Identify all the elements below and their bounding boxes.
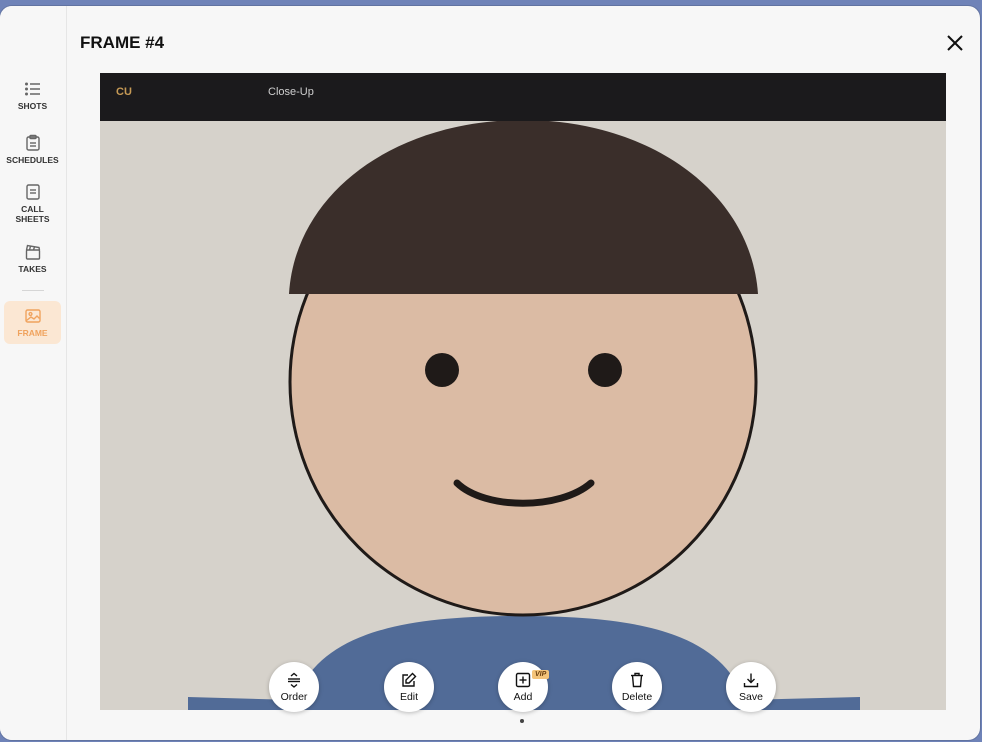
close-icon bbox=[947, 35, 963, 51]
right-eye bbox=[588, 353, 622, 387]
trash-icon bbox=[631, 672, 643, 687]
order-icon bbox=[288, 672, 300, 688]
clapperboard-icon bbox=[25, 244, 40, 260]
delete-button[interactable]: Delete bbox=[612, 662, 662, 712]
delete-label: Delete bbox=[621, 690, 653, 703]
save-button[interactable]: Save bbox=[726, 662, 776, 712]
download-icon bbox=[743, 673, 759, 687]
sidebar-item-label: TAKES bbox=[18, 264, 47, 274]
sidebar-item-shots[interactable]: SHOTS bbox=[4, 80, 61, 111]
image-icon bbox=[24, 309, 41, 323]
frame-canvas: CU Close-Up bbox=[100, 73, 946, 710]
order-button[interactable]: Order bbox=[269, 662, 319, 712]
hair-shape bbox=[289, 120, 758, 294]
add-button[interactable]: Add VIP bbox=[498, 662, 550, 712]
sidebar: SHOTS SCHEDULES CALL SHEETS TAKES FRAME bbox=[0, 6, 67, 740]
edit-button[interactable]: Edit bbox=[384, 662, 434, 712]
list-icon bbox=[24, 82, 40, 96]
sidebar-item-label: SHOTS bbox=[17, 101, 48, 111]
frame-drawing bbox=[188, 120, 860, 710]
edit-icon bbox=[402, 672, 417, 687]
edit-label: Edit bbox=[399, 690, 419, 703]
sidebar-item-takes[interactable]: TAKES bbox=[4, 243, 61, 274]
vip-badge: VIP bbox=[532, 670, 550, 679]
sidebar-item-label: CALL SHEETS bbox=[15, 204, 50, 224]
shot-header: CU Close-Up bbox=[100, 73, 946, 121]
close-button[interactable] bbox=[944, 32, 966, 54]
page-indicator-dot[interactable] bbox=[520, 719, 524, 723]
shot-code: CU bbox=[116, 86, 132, 98]
clipboard-icon bbox=[25, 134, 40, 151]
add-icon bbox=[515, 672, 531, 687]
shot-description: Close-Up bbox=[268, 86, 314, 98]
sidebar-item-label: SCHEDULES bbox=[6, 155, 59, 165]
sidebar-item-schedules[interactable]: SCHEDULES bbox=[4, 134, 61, 165]
page-title: FRAME #4 bbox=[80, 33, 165, 52]
sidebar-item-label: FRAME bbox=[17, 328, 48, 338]
order-label: Order bbox=[280, 690, 308, 703]
left-eye bbox=[425, 353, 459, 387]
save-label: Save bbox=[739, 690, 763, 703]
sidebar-item-frame[interactable]: FRAME bbox=[4, 301, 61, 344]
sidebar-divider bbox=[22, 290, 44, 291]
add-label: Add bbox=[513, 690, 533, 703]
app-window: SHOTS SCHEDULES CALL SHEETS TAKES FRAME … bbox=[0, 6, 980, 740]
document-icon bbox=[25, 184, 40, 200]
sidebar-item-call-sheets[interactable]: CALL SHEETS bbox=[4, 183, 61, 224]
